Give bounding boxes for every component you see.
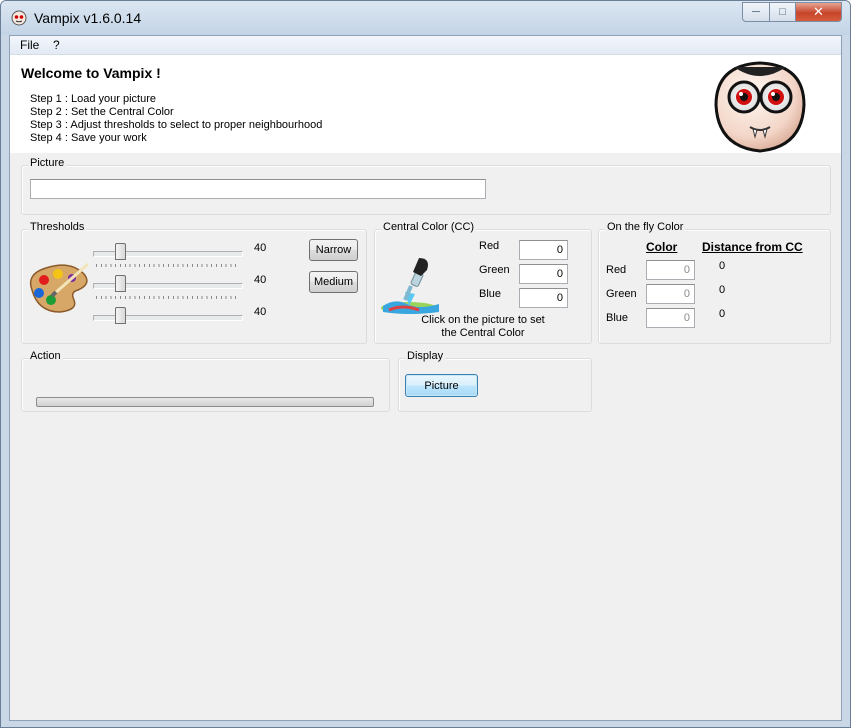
cc-red-label: Red [479,240,500,252]
otf-green-input: 0 [646,284,695,304]
menu-bar: File ? [10,36,841,55]
distance-column-header: Distance from CC [702,240,803,254]
otf-blue-label: Blue [606,312,629,324]
cc-blue-input[interactable]: 0 [519,288,568,308]
vampire-mascot-icon [714,61,806,153]
otf-red-distance: 0 [719,260,726,272]
maximize-button[interactable]: □ [770,2,796,22]
menu-help[interactable]: ? [53,38,60,52]
slider-thumb[interactable] [115,307,126,324]
threshold-slider-3[interactable] [93,307,243,329]
cc-green-label: Green [479,264,510,276]
slider-thumb[interactable] [115,275,126,292]
cc-red-input[interactable]: 0 [519,240,568,260]
picture-button[interactable]: Picture [405,374,478,397]
welcome-title: Welcome to Vampix ! [21,65,161,81]
otf-blue-input: 0 [646,308,695,328]
close-icon: ✕ [813,4,824,19]
otf-red-input: 0 [646,260,695,280]
display-group-label: Display [405,350,446,362]
client-area: File ? Welcome to Vampix ! Step 1 : Load… [9,35,842,721]
threshold-value-2: 40 [254,274,267,286]
on-the-fly-group: On the fly Color Color Distance from CC … [598,221,831,344]
slider-ticks [96,264,240,267]
cc-blue-label: Blue [479,288,502,300]
on-the-fly-group-label: On the fly Color [605,221,686,233]
otf-red-label: Red [606,264,627,276]
thresholds-group: Thresholds 40 40 40 Narrow Medium [21,221,367,344]
otf-green-label: Green [606,288,637,300]
paint-palette-icon [29,262,89,313]
menu-file[interactable]: File [20,38,39,52]
threshold-value-3: 40 [254,306,267,318]
welcome-panel: Welcome to Vampix ! Step 1 : Load your p… [10,55,841,153]
picture-group: Picture [21,157,831,215]
medium-button[interactable]: Medium [309,271,358,293]
picture-path-input[interactable] [30,179,486,199]
action-progress-bar [36,397,374,407]
otf-blue-distance: 0 [719,308,726,320]
cc-hint: Click on the picture to set the Central … [375,314,591,340]
cc-hint-line-2: the Central Color [441,327,525,339]
threshold-slider-2[interactable] [93,275,243,299]
threshold-value-1: 40 [254,242,267,254]
minimize-button[interactable]: ─ [742,2,770,22]
app-window: Vampix v1.6.0.14 ─ □ ✕ File ? Welcome to… [0,0,851,728]
minimize-icon: ─ [752,6,760,18]
step-2: Step 2 : Set the Central Color [30,106,174,118]
step-4: Step 4 : Save your work [30,132,147,144]
action-group: Action [21,350,390,412]
threshold-slider-1[interactable] [93,243,243,267]
step-1: Step 1 : Load your picture [30,93,156,105]
cc-hint-line-1: Click on the picture to set [421,314,545,326]
central-color-group-label: Central Color (CC) [381,221,477,233]
slider-ticks [96,296,240,299]
window-title: Vampix v1.6.0.14 [34,10,142,26]
narrow-button[interactable]: Narrow [309,239,358,261]
picture-group-label: Picture [28,157,67,169]
thresholds-group-label: Thresholds [28,221,87,233]
steps-list: Step 1 : Load your picture Step 2 : Set … [30,93,322,145]
otf-green-distance: 0 [719,284,726,296]
cc-green-input[interactable]: 0 [519,264,568,284]
slider-thumb[interactable] [115,243,126,260]
maximize-icon: □ [779,6,786,18]
eyedropper-icon [381,258,439,314]
vampire-app-icon [11,10,27,26]
action-group-label: Action [28,350,63,362]
display-group: Display Picture [398,350,592,412]
color-column-header: Color [646,240,678,254]
central-color-group: Central Color (CC) Red Green Blue 0 0 0 … [374,221,592,344]
window-controls: ─ □ ✕ [742,2,842,22]
title-bar[interactable]: Vampix v1.6.0.14 ─ □ ✕ [1,1,850,35]
close-button[interactable]: ✕ [796,2,842,22]
step-3: Step 3 : Adjust thresholds to select to … [30,119,323,131]
